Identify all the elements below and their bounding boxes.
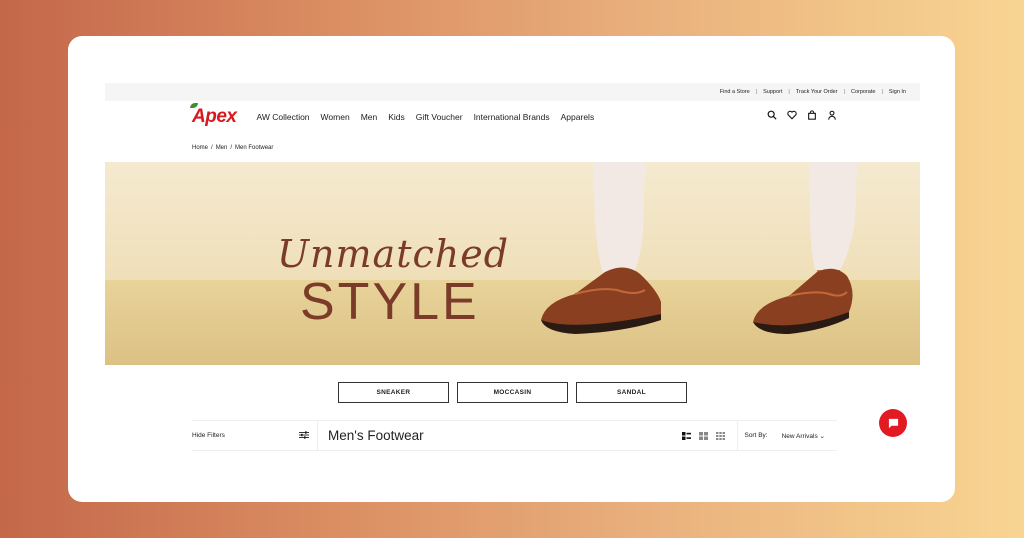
hero-banner[interactable]: Unmatched STYLE: [105, 162, 920, 365]
breadcrumb-home[interactable]: Home: [192, 145, 208, 151]
chat-button[interactable]: [879, 409, 907, 437]
user-icon[interactable]: [827, 110, 837, 120]
listing-toolbar: Hide Filters Men's Footwear Sort By: New…: [192, 420, 837, 451]
nav-item-apparels[interactable]: Apparels: [561, 112, 595, 122]
search-icon[interactable]: [767, 110, 777, 120]
nav-item-kids[interactable]: Kids: [388, 112, 405, 122]
list-view-icon[interactable]: [682, 431, 692, 440]
support-link[interactable]: Support: [763, 89, 782, 95]
page-title: Men's Footwear: [328, 428, 424, 443]
page-card: Find a Store | Support | Track Your Order |…: [68, 36, 955, 502]
view-toggle: [682, 431, 726, 440]
chat-icon: [888, 418, 898, 428]
banner-headline-style: STYLE: [300, 273, 480, 331]
nav-item-aw-collection[interactable]: AW Collection: [256, 112, 309, 122]
category-sneaker-button[interactable]: SNEAKER: [338, 382, 449, 403]
nav-item-gift-voucher[interactable]: Gift Voucher: [416, 112, 463, 122]
chevron-down-icon: ⌄: [819, 432, 825, 440]
track-order-link[interactable]: Track Your Order: [796, 89, 838, 95]
filter-sliders-icon: [299, 430, 309, 441]
bag-icon[interactable]: [807, 110, 817, 120]
hide-filters-button[interactable]: Hide Filters: [192, 421, 318, 450]
nav-item-men[interactable]: Men: [361, 112, 378, 122]
breadcrumb-current: Men Footwear: [235, 145, 274, 151]
nav-item-international-brands[interactable]: International Brands: [474, 112, 550, 122]
banner-shoes-image: [541, 162, 857, 334]
heart-icon[interactable]: [787, 110, 797, 120]
banner-headline-script: Unmatched: [277, 232, 510, 276]
hide-filters-label: Hide Filters: [192, 432, 225, 439]
find-store-link[interactable]: Find a Store: [720, 89, 750, 95]
category-sandal-button[interactable]: SANDAL: [576, 382, 687, 403]
sort-label: Sort By:: [744, 432, 768, 439]
category-moccasin-button[interactable]: MOCCASIN: [457, 382, 568, 403]
breadcrumb: Home / Men / Men Footwear: [192, 145, 274, 151]
sort-control: Sort By: New Arrivals ⌄: [737, 421, 837, 450]
nav-item-women[interactable]: Women: [321, 112, 350, 122]
nav-menu: AW Collection Women Men Kids Gift Vouche…: [256, 112, 594, 122]
nav-icons: [767, 110, 837, 120]
sort-dropdown[interactable]: New Arrivals ⌄: [782, 432, 825, 440]
breadcrumb-men[interactable]: Men: [216, 145, 228, 151]
utility-bar: Find a Store | Support | Track Your Order |…: [105, 83, 920, 101]
corporate-link[interactable]: Corporate: [851, 89, 875, 95]
category-buttons: SNEAKER MOCCASIN SANDAL: [338, 382, 687, 403]
apex-logo[interactable]: Apex: [190, 103, 237, 128]
sign-in-link[interactable]: Sign In: [889, 89, 906, 95]
main-nav: Apex AW Collection Women Men Kids Gift V…: [190, 103, 837, 128]
grid-view-icon[interactable]: [699, 431, 709, 440]
dense-grid-view-icon[interactable]: [716, 431, 726, 440]
